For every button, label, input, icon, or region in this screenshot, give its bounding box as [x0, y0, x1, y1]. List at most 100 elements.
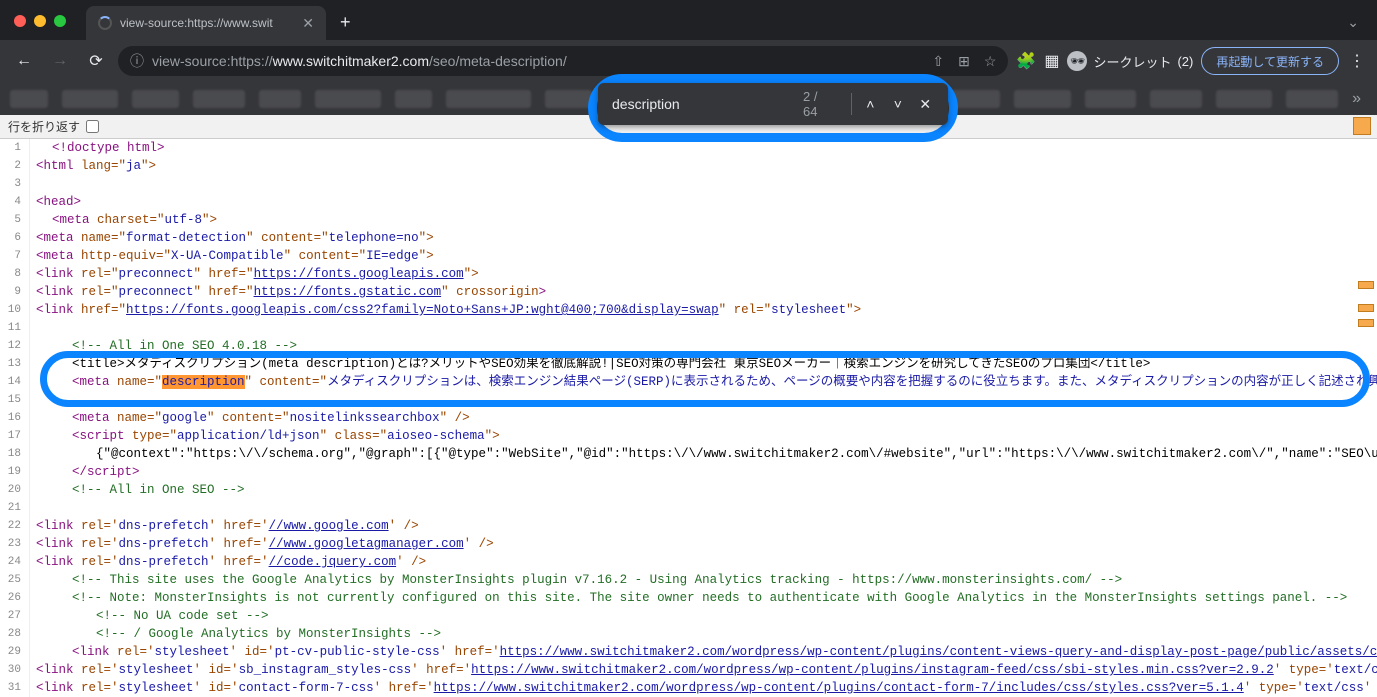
line-number: 11 [0, 319, 30, 337]
bookmark-item[interactable] [132, 90, 179, 108]
back-button[interactable]: ← [10, 52, 38, 70]
source-link[interactable]: https://fonts.googleapis.com/css2?family… [126, 303, 719, 317]
browser-tab-active[interactable]: view-source:https://www.swit ✕ [86, 6, 326, 40]
line-number: 18 [0, 445, 30, 463]
url-text: view-source:https://www.switchitmaker2.c… [152, 53, 567, 69]
minimize-window-icon[interactable] [34, 15, 46, 27]
line-number: 16 [0, 409, 30, 427]
bookmark-item[interactable] [446, 90, 531, 108]
line-number: 7 [0, 247, 30, 265]
window-controls [14, 15, 66, 27]
bookmark-item[interactable] [1216, 90, 1272, 108]
app-menu-icon[interactable]: ▦ [1044, 51, 1059, 71]
line-number: 19 [0, 463, 30, 481]
extensions-icon[interactable]: 🧩 [1016, 51, 1036, 71]
incognito-icon: 🕶 [1067, 51, 1087, 71]
close-tab-icon[interactable]: ✕ [302, 15, 314, 32]
tab-list-chevron-icon[interactable]: ⌄ [1347, 14, 1359, 31]
bookmark-item[interactable] [62, 90, 118, 108]
source-link[interactable]: https://www.switchitmaker2.com/wordpress… [500, 645, 1377, 659]
browser-tab-strip: view-source:https://www.swit ✕ + ⌄ [0, 0, 1377, 40]
maximize-window-icon[interactable] [54, 15, 66, 27]
loading-spinner-icon [98, 16, 112, 30]
bookmark-item[interactable] [259, 90, 301, 108]
line-number: 1 [0, 139, 30, 157]
line-number: 5 [0, 211, 30, 229]
line-number: 26 [0, 589, 30, 607]
scrollbar-match-marker [1353, 117, 1371, 135]
line-number: 2 [0, 157, 30, 175]
line-number: 21 [0, 499, 30, 517]
relaunch-button[interactable]: 再起動して更新する [1201, 47, 1339, 75]
source-text: {"@context":"https:\/\/schema.org","@gra… [96, 447, 1377, 461]
incognito-indicator[interactable]: 🕶 シークレット (2) [1067, 51, 1193, 71]
line-number: 29 [0, 643, 30, 661]
line-number: 14 [0, 373, 30, 391]
line-number: 28 [0, 625, 30, 643]
scrollbar-match-marker [1358, 319, 1374, 327]
bookmark-item[interactable] [1085, 90, 1137, 108]
line-wrap-checkbox[interactable] [86, 120, 99, 133]
install-icon[interactable]: ⊞ [958, 53, 970, 70]
line-number: 10 [0, 301, 30, 319]
find-close-icon[interactable]: ✕ [917, 96, 934, 113]
line-number: 3 [0, 175, 30, 193]
bookmark-icon[interactable]: ☆ [984, 53, 997, 70]
bookmark-item[interactable] [1286, 90, 1338, 108]
line-number: 22 [0, 517, 30, 535]
line-number: 20 [0, 481, 30, 499]
bookmark-item[interactable] [949, 90, 1001, 108]
line-number: 17 [0, 427, 30, 445]
line-number: 27 [0, 607, 30, 625]
view-source-pane[interactable]: 1 <!doctype html> 2 <html lang="ja"> 3 4… [0, 139, 1377, 697]
line-number: 24 [0, 553, 30, 571]
bookmark-item[interactable] [193, 90, 245, 108]
chrome-menu-icon[interactable]: ⋮ [1347, 51, 1367, 71]
source-link[interactable]: https://fonts.googleapis.com [254, 267, 464, 281]
browser-toolbar: ← → ⟳ ⓘ view-source:https://www.switchit… [0, 40, 1377, 82]
bookmark-item[interactable] [395, 90, 433, 108]
line-number: 12 [0, 337, 30, 355]
source-text: <title>メタディスクリプション(meta description)とは?メ… [72, 357, 1150, 371]
code-token: <!doctype html> [52, 141, 165, 155]
line-number: 8 [0, 265, 30, 283]
bookmark-item[interactable] [315, 90, 381, 108]
bookmark-item[interactable] [10, 90, 48, 108]
bookmark-item[interactable] [1014, 90, 1070, 108]
tab-title: view-source:https://www.swit [120, 16, 294, 30]
search-match-current: description [162, 375, 245, 389]
find-input[interactable] [612, 96, 793, 112]
find-prev-icon[interactable]: ˄ [862, 96, 879, 112]
forward-button: → [46, 52, 74, 70]
line-number: 31 [0, 679, 30, 697]
line-number: 9 [0, 283, 30, 301]
incognito-label: シークレット [1093, 52, 1171, 71]
source-link[interactable]: https://www.switchitmaker2.com/wordpress… [471, 663, 1274, 677]
share-icon[interactable]: ⇧ [932, 53, 944, 70]
line-number: 30 [0, 661, 30, 679]
source-link[interactable]: https://fonts.gstatic.com [254, 285, 442, 299]
scrollbar-match-marker [1358, 281, 1374, 289]
bookmark-item[interactable] [545, 90, 592, 108]
incognito-count: (2) [1177, 54, 1193, 69]
line-number: 13 [0, 355, 30, 373]
site-info-icon[interactable]: ⓘ [130, 51, 144, 71]
bookmark-item[interactable] [1150, 90, 1202, 108]
line-number: 15 [0, 391, 30, 409]
source-link[interactable]: //www.google.com [269, 519, 389, 533]
line-wrap-label: 行を折り返す [8, 118, 80, 135]
scrollbar-match-marker [1358, 304, 1374, 312]
source-link[interactable]: //code.jquery.com [269, 555, 397, 569]
bookmarks-overflow-icon[interactable]: » [1352, 90, 1361, 108]
source-link[interactable]: //www.googletagmanager.com [269, 537, 464, 551]
find-next-icon[interactable]: ˅ [889, 96, 906, 112]
line-number: 25 [0, 571, 30, 589]
address-bar[interactable]: ⓘ view-source:https://www.switchitmaker2… [118, 46, 1008, 76]
close-window-icon[interactable] [14, 15, 26, 27]
line-number: 4 [0, 193, 30, 211]
new-tab-button[interactable]: + [340, 12, 351, 33]
line-number: 6 [0, 229, 30, 247]
separator [851, 93, 852, 115]
find-match-count: 2 / 64 [803, 89, 835, 119]
reload-button[interactable]: ⟳ [82, 51, 110, 71]
